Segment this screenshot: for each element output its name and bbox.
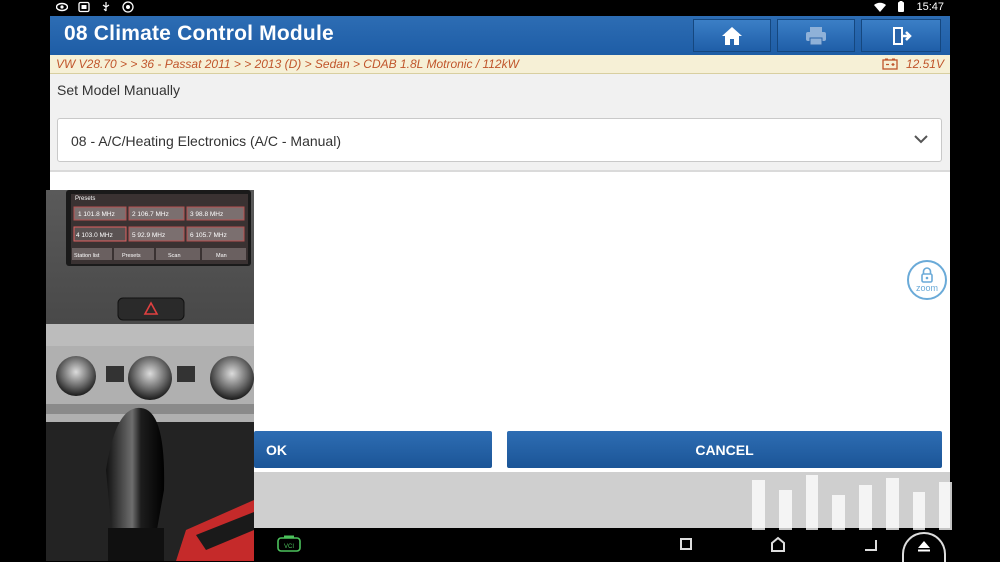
home-icon <box>722 26 742 45</box>
lock-icon <box>921 267 933 283</box>
page-title: 08 Climate Control Module <box>64 22 334 45</box>
exit-button[interactable] <box>861 19 941 52</box>
radio-station: 3 98.8 MHz <box>190 211 223 218</box>
drawer-button[interactable] <box>902 532 946 562</box>
screen-icon <box>78 1 90 13</box>
vci-label: VCI <box>284 544 294 550</box>
nav-home-icon[interactable] <box>770 536 786 552</box>
radio-presets-title: Presets <box>75 196 95 202</box>
eye-icon <box>56 2 68 12</box>
radio-station: 5 92.9 MHz <box>132 232 165 239</box>
vehicle-path: VW V28.70 > > 36 - Passat 2011 > > 2013 … <box>56 57 519 71</box>
ok-button[interactable]: OK <box>254 431 492 468</box>
usb-icon <box>102 2 110 12</box>
chevron-down-icon <box>914 135 928 144</box>
back-icon[interactable] <box>862 536 878 552</box>
radio-tab: Presets <box>122 253 141 259</box>
status-bar: 15:47 <box>0 0 1000 16</box>
voltage-indicator: 12.51V <box>882 57 944 71</box>
print-button[interactable] <box>777 19 855 52</box>
battery-voltage-icon <box>882 58 898 70</box>
breadcrumb: VW V28.70 > > 36 - Passat 2011 > > 2013 … <box>50 55 950 74</box>
radio-station: 4 103.0 MHz <box>76 232 113 239</box>
vci-icon[interactable]: VCI <box>276 535 302 553</box>
exit-icon <box>893 26 912 45</box>
console-photo: Presets 1 101.8 MHz 2 106.7 MHz 3 98.8 M… <box>46 190 254 561</box>
print-icon <box>806 26 826 45</box>
home-button[interactable] <box>693 19 771 52</box>
watermark <box>752 460 952 530</box>
header-bar: 08 Climate Control Module <box>50 16 950 55</box>
chevron-up-icon <box>918 541 930 552</box>
radio-station: 6 105.7 MHz <box>190 232 227 239</box>
model-dropdown[interactable]: 08 - A/C/Heating Electronics (A/C - Manu… <box>57 118 942 162</box>
recents-button[interactable] <box>680 538 692 550</box>
radio-tab: Scan <box>168 253 181 259</box>
status-time: 15:47 <box>916 1 944 13</box>
zoom-label: zoom <box>915 283 938 293</box>
set-model-label: Set Model Manually <box>57 82 180 98</box>
battery-icon <box>898 1 905 12</box>
zoom-button[interactable]: zoom <box>907 260 947 300</box>
radio-tab: Station list <box>74 253 100 259</box>
radio-tab: Man <box>216 253 227 259</box>
model-dropdown-value: 08 - A/C/Heating Electronics (A/C - Manu… <box>71 133 341 149</box>
voltage-value: 12.51V <box>905 57 944 71</box>
radio-station: 2 106.7 MHz <box>132 211 169 218</box>
console-photo-image: Presets 1 101.8 MHz 2 106.7 MHz 3 98.8 M… <box>46 190 254 561</box>
radio-station: 1 101.8 MHz <box>78 211 115 218</box>
wifi-icon <box>874 2 887 12</box>
debug-icon <box>122 1 134 13</box>
